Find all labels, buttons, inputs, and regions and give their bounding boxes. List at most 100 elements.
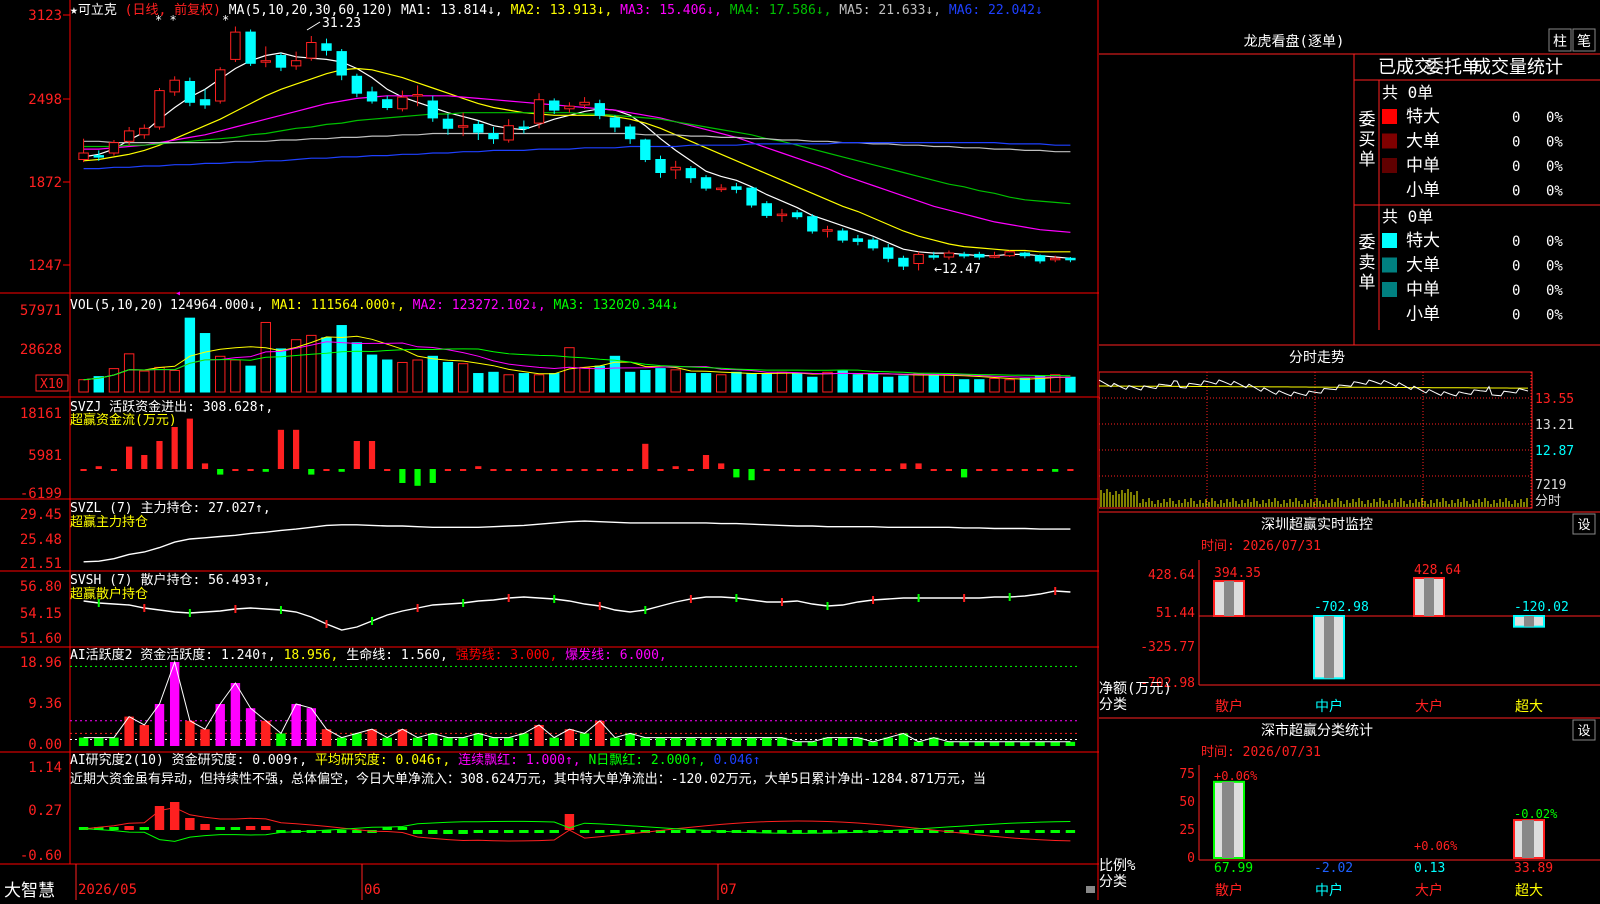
high-marker-line bbox=[306, 21, 321, 31]
candle[interactable] bbox=[473, 120, 484, 141]
candle[interactable] bbox=[321, 38, 332, 56]
candle[interactable] bbox=[397, 90, 408, 112]
order-count: 0 bbox=[1512, 283, 1520, 299]
candle-body bbox=[230, 31, 241, 60]
candle[interactable] bbox=[549, 98, 560, 114]
candle[interactable] bbox=[943, 250, 955, 260]
candle[interactable] bbox=[382, 95, 393, 111]
candle[interactable] bbox=[624, 124, 636, 144]
bar-mode-button[interactable]: 柱 bbox=[1548, 28, 1572, 52]
candle[interactable] bbox=[351, 73, 363, 98]
class-title: 深市超赢分类统计 bbox=[1261, 722, 1373, 739]
candle[interactable] bbox=[169, 76, 180, 96]
candle[interactable] bbox=[776, 208, 788, 222]
candle[interactable] bbox=[336, 49, 347, 81]
candle[interactable] bbox=[716, 184, 727, 192]
candle[interactable] bbox=[913, 251, 924, 271]
volume-bar bbox=[624, 371, 636, 393]
vol-values-part: MA2: 123272.102↓, bbox=[413, 298, 554, 313]
candle[interactable] bbox=[230, 26, 241, 62]
candle[interactable] bbox=[564, 102, 575, 113]
candle[interactable] bbox=[533, 93, 545, 129]
activity-bar bbox=[519, 733, 529, 746]
candle[interactable] bbox=[290, 51, 302, 70]
candle[interactable] bbox=[700, 175, 712, 191]
candle[interactable] bbox=[898, 255, 909, 270]
candle[interactable] bbox=[640, 138, 651, 163]
order-count: 0 bbox=[1512, 135, 1520, 151]
candle[interactable] bbox=[670, 160, 681, 179]
candle[interactable] bbox=[488, 127, 499, 144]
flow-bar bbox=[1021, 469, 1028, 471]
class-settings-button[interactable]: 设 bbox=[1572, 719, 1596, 741]
candle[interactable] bbox=[1034, 254, 1046, 264]
flow-bar bbox=[186, 418, 193, 469]
candle[interactable] bbox=[306, 36, 317, 61]
candle[interactable] bbox=[594, 99, 605, 120]
candle[interactable] bbox=[731, 182, 742, 194]
candle[interactable] bbox=[139, 124, 150, 139]
activity-bar bbox=[807, 741, 818, 746]
monitor-settings-button[interactable]: 设 bbox=[1572, 513, 1596, 535]
ratio-bar[interactable] bbox=[1213, 780, 1245, 859]
candle[interactable] bbox=[1019, 251, 1031, 259]
bar-highlight bbox=[1324, 616, 1334, 679]
candle[interactable] bbox=[852, 234, 864, 246]
star-marker: * * bbox=[155, 13, 177, 27]
candle[interactable] bbox=[761, 201, 772, 218]
flow-bar bbox=[459, 469, 467, 471]
order-percent: 0% bbox=[1546, 110, 1563, 126]
order-percent: 0% bbox=[1546, 234, 1563, 250]
net-flow-bar[interactable] bbox=[1213, 580, 1245, 618]
chart-area[interactable]: 3123 2498 1872 1247 ★可立克 (日线, 前复权) MA(5,10,2… bbox=[0, 0, 1099, 901]
svzj-tick: 5981 bbox=[28, 448, 62, 464]
candle[interactable] bbox=[184, 77, 196, 107]
candle[interactable] bbox=[746, 186, 757, 208]
candle-body bbox=[78, 152, 89, 160]
candle[interactable] bbox=[503, 119, 514, 143]
candle[interactable] bbox=[215, 67, 226, 104]
net-flow-bar[interactable] bbox=[1313, 615, 1345, 680]
flow-bar bbox=[551, 469, 558, 471]
chart-canvas[interactable]: 3123 2498 1872 1247 ★可立克 (日线, 前复权) MA(5,10,2… bbox=[0, 0, 1099, 901]
activity-bar bbox=[1035, 741, 1045, 746]
flow-bar bbox=[110, 469, 118, 471]
lhb-tab[interactable]: 成交量统计 bbox=[1473, 57, 1563, 78]
net-flow-bar[interactable] bbox=[1513, 615, 1545, 628]
candle[interactable] bbox=[883, 244, 894, 263]
candle[interactable] bbox=[427, 95, 438, 122]
order-percent: 0% bbox=[1546, 308, 1563, 324]
candle[interactable] bbox=[78, 138, 89, 163]
lhb-tab[interactable]: 委托单 bbox=[1426, 57, 1480, 78]
flow-bar bbox=[277, 429, 285, 469]
research-bar bbox=[230, 827, 241, 830]
candle[interactable] bbox=[199, 89, 211, 109]
candle[interactable] bbox=[154, 88, 165, 130]
candle[interactable] bbox=[108, 140, 120, 156]
candle[interactable] bbox=[791, 210, 803, 220]
net-flow-bar[interactable] bbox=[1413, 577, 1445, 617]
candle[interactable] bbox=[958, 251, 970, 259]
candle-body bbox=[215, 69, 226, 102]
candle[interactable] bbox=[609, 115, 621, 133]
candle[interactable] bbox=[685, 166, 697, 183]
research-bar bbox=[1065, 830, 1076, 833]
research-bar bbox=[428, 830, 438, 834]
ratio-bar[interactable] bbox=[1513, 819, 1545, 860]
candle[interactable] bbox=[974, 251, 985, 260]
candle[interactable] bbox=[245, 29, 256, 66]
candle[interactable] bbox=[275, 52, 287, 72]
candle[interactable] bbox=[807, 214, 818, 234]
candle[interactable] bbox=[837, 228, 848, 243]
candle[interactable] bbox=[655, 155, 666, 178]
tick-mode-button[interactable]: 笔 bbox=[1572, 28, 1596, 52]
candle-body bbox=[943, 252, 955, 258]
candle[interactable] bbox=[822, 225, 833, 238]
candle[interactable] bbox=[518, 120, 530, 134]
research-bar bbox=[579, 830, 590, 833]
candle[interactable] bbox=[867, 237, 879, 251]
candle[interactable] bbox=[1004, 250, 1015, 258]
candle[interactable] bbox=[442, 114, 454, 135]
candle[interactable] bbox=[366, 86, 378, 104]
lhb-tab[interactable]: 已成交 bbox=[1378, 57, 1432, 78]
